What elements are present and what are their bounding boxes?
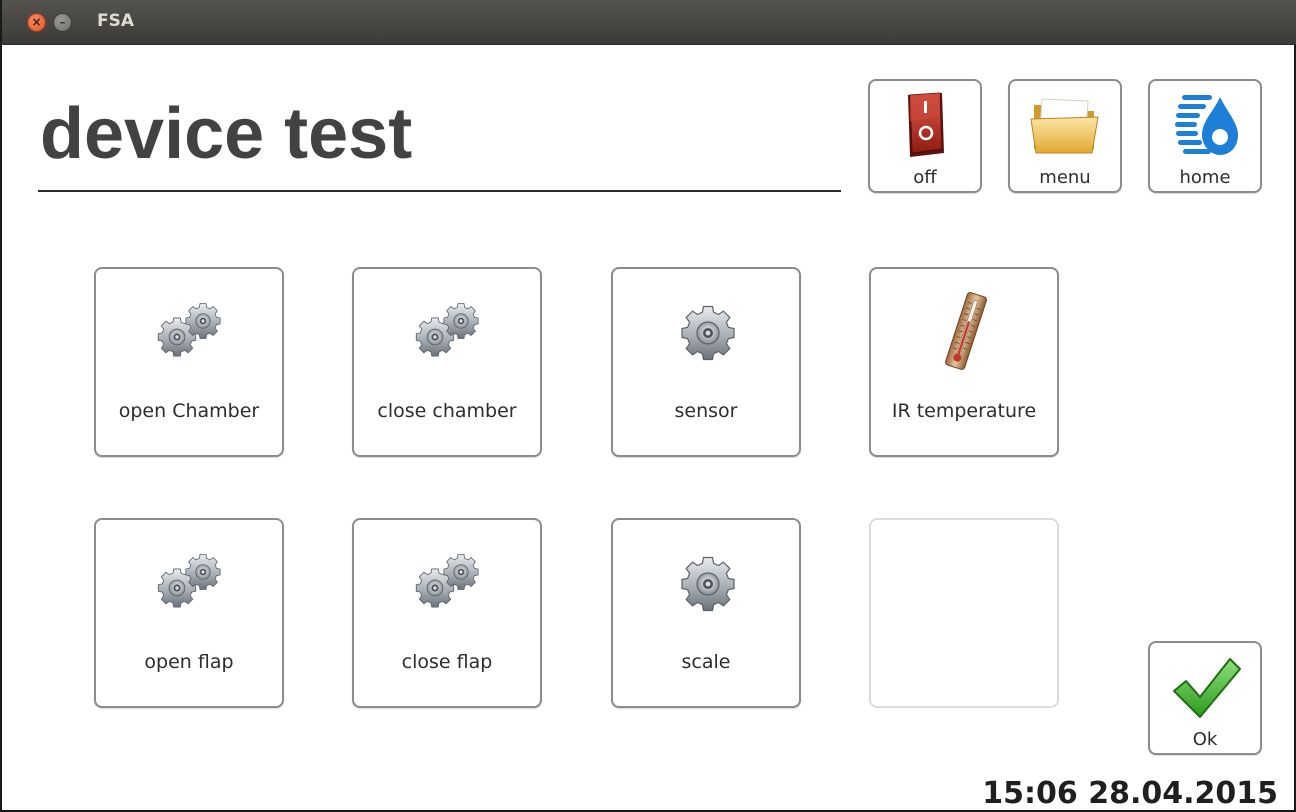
app-window: × – FSA device test off menu home open C… bbox=[0, 0, 1296, 812]
window-titlebar: × – FSA bbox=[2, 0, 1296, 45]
folder-icon bbox=[1030, 98, 1099, 154]
scale-tile[interactable]: scale bbox=[611, 518, 801, 708]
tile-label: open Chamber bbox=[118, 400, 260, 422]
gears-icon bbox=[415, 554, 479, 608]
window-minimize-icon[interactable]: – bbox=[53, 13, 72, 32]
menu-button[interactable]: menu bbox=[1008, 79, 1122, 193]
close-chamber-tile[interactable]: close chamber bbox=[352, 267, 542, 457]
home-label: home bbox=[1179, 167, 1231, 188]
tile-label: close flap bbox=[401, 651, 493, 673]
gears-icon bbox=[415, 303, 479, 357]
open-flap-tile[interactable]: open flap bbox=[94, 518, 284, 708]
close-flap-tile[interactable]: close flap bbox=[352, 518, 542, 708]
home-button[interactable]: home bbox=[1148, 79, 1262, 193]
gears-icon bbox=[157, 303, 221, 357]
power-switch-icon bbox=[908, 92, 944, 157]
tile-label: IR temperature bbox=[891, 400, 1037, 422]
gear-icon bbox=[681, 305, 735, 361]
title-divider bbox=[38, 190, 841, 192]
open-chamber-tile[interactable]: open Chamber bbox=[94, 267, 284, 457]
window-close-icon[interactable]: × bbox=[27, 13, 46, 32]
status-datetime: 15:06 28.04.2015 bbox=[982, 776, 1278, 811]
sensor-tile[interactable]: sensor bbox=[611, 267, 801, 457]
tile-label: open flap bbox=[144, 651, 234, 673]
gear-icon bbox=[681, 556, 735, 612]
ok-button[interactable]: Ok bbox=[1148, 641, 1262, 755]
page-title: device test bbox=[40, 94, 413, 174]
ir-temperature-tile[interactable]: IR temperature bbox=[869, 267, 1059, 457]
home-logo-icon bbox=[1175, 95, 1238, 155]
empty-tile bbox=[869, 518, 1059, 708]
tile-label: close chamber bbox=[377, 400, 517, 422]
tile-label: scale bbox=[681, 651, 731, 673]
gears-icon bbox=[157, 554, 221, 608]
tile-label: sensor bbox=[674, 400, 738, 422]
ok-label: Ok bbox=[1192, 729, 1218, 750]
checkmark-icon bbox=[1173, 658, 1241, 718]
menu-label: menu bbox=[1039, 167, 1091, 188]
off-label: off bbox=[913, 167, 937, 188]
thermometer-icon bbox=[945, 292, 987, 370]
off-button[interactable]: off bbox=[868, 79, 982, 193]
window-title: FSA bbox=[97, 11, 135, 31]
